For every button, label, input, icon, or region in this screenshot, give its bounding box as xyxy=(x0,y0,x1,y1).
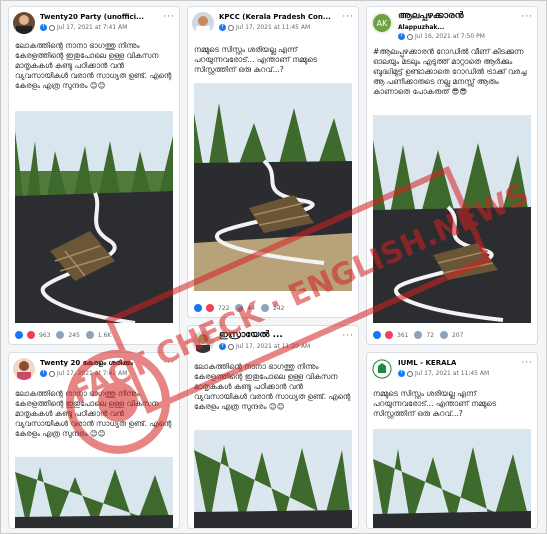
share-icon xyxy=(85,331,94,339)
comment-icon xyxy=(235,304,244,312)
avatar[interactable]: AK xyxy=(371,12,393,34)
timestamp[interactable]: Jul 17, 2021 at 7:42 AM xyxy=(57,370,127,377)
post-text: ലോകത്തിന്റെ നാനാ ഭാഗത്തു നിന്നും കേരളത്ത… xyxy=(15,41,172,90)
like-icon xyxy=(373,331,381,339)
avatar[interactable] xyxy=(192,331,214,353)
post-card-2: KPCC (Kerala Pradesh Con... f Jul 17, 202… xyxy=(187,6,359,318)
love-icon xyxy=(385,331,393,339)
road-photo[interactable] xyxy=(373,115,531,323)
globe-icon xyxy=(49,370,55,377)
post-header: KPCC (Kerala Pradesh Con... f Jul 17, 202… xyxy=(192,12,354,38)
reaction-count[interactable]: 361 xyxy=(397,332,408,339)
road-photo[interactable] xyxy=(15,111,173,323)
author-name[interactable]: ആലപ്പുഴക്കാരൻ xyxy=(398,11,464,21)
post-text: ലോകത്തിന്റെ നാനാ ഭാഗത്തു നിന്നും കേരളത്ത… xyxy=(15,389,172,438)
share-count[interactable]: 1.6K xyxy=(98,332,111,339)
post-card-3: AK ആലപ്പുഴക്കാരൻ Alappuzhak... f Jul 16, … xyxy=(366,6,538,345)
post-header: AK ആലപ്പുഴക്കാരൻ Alappuzhak... f Jul 16, … xyxy=(371,11,533,40)
post-meta: f Jul 17, 2021 at 11:20 AM xyxy=(219,343,310,350)
like-icon xyxy=(15,331,23,339)
road-photo[interactable] xyxy=(15,457,173,528)
road-photo[interactable] xyxy=(373,429,531,528)
avatar[interactable] xyxy=(371,358,393,380)
author-name[interactable]: Twenty 20 കേരളം ശരിക്കും xyxy=(40,359,133,368)
author-subname[interactable]: Alappuzhak... xyxy=(398,24,444,31)
post-header: Twenty20 Party (unoffici... f Jul 17, 202… xyxy=(13,12,175,38)
share-icon xyxy=(260,304,269,312)
comment-count[interactable]: 245 xyxy=(68,332,79,339)
comment-count[interactable]: 44 xyxy=(247,305,255,312)
post-text: നമ്മുടെ സിസ്റ്റം ശരിയല്ല എന്ന് പറയുന്നവര… xyxy=(194,45,318,74)
facebook-icon: f xyxy=(40,24,47,31)
more-dots-icon[interactable]: ··· xyxy=(521,358,533,368)
post-header: Twenty 20 കേരളം ശരിക്കും f Jul 17, 2021 a… xyxy=(13,358,175,384)
post-card-5: ഇസ്രായേൽ ... f Jul 17, 2021 at 11:20 AM ·… xyxy=(187,325,359,529)
more-dots-icon[interactable]: ··· xyxy=(521,12,533,22)
svg-text:AK: AK xyxy=(377,19,388,28)
timestamp[interactable]: Jul 17, 2021 at 11:45 AM xyxy=(415,370,489,377)
more-dots-icon[interactable]: ··· xyxy=(342,331,354,341)
love-icon xyxy=(27,331,35,339)
post-card-4: Twenty 20 കേരളം ശരിക്കും f Jul 17, 2021 a… xyxy=(8,352,180,529)
globe-icon xyxy=(228,24,234,31)
facebook-icon: f xyxy=(219,24,226,31)
comment-icon xyxy=(56,331,65,339)
share-count[interactable]: 242 xyxy=(273,305,284,312)
post-meta: f Jul 17, 2021 at 11:45 AM xyxy=(219,24,310,31)
avatar[interactable] xyxy=(192,12,214,34)
timestamp[interactable]: Jul 17, 2021 at 11:20 AM xyxy=(236,343,310,350)
post-meta: f Jul 17, 2021 at 7:42 AM xyxy=(40,370,127,377)
author-name[interactable]: IUML - KERALA xyxy=(398,359,456,367)
reaction-count[interactable]: 722 xyxy=(218,305,229,312)
avatar[interactable] xyxy=(13,12,35,34)
post-card-1: Twenty20 Party (unoffici... f Jul 17, 202… xyxy=(8,6,180,345)
globe-icon xyxy=(407,33,413,40)
more-dots-icon[interactable]: ··· xyxy=(163,358,175,368)
facebook-icon: f xyxy=(398,370,405,377)
road-photo[interactable] xyxy=(194,83,352,291)
timestamp[interactable]: Jul 16, 2021 at 7:50 PM xyxy=(415,33,485,40)
author-name[interactable]: KPCC (Kerala Pradesh Con... xyxy=(219,13,331,21)
love-icon xyxy=(206,304,214,312)
road-photo[interactable] xyxy=(194,430,352,528)
post-header: ഇസ്രായേൽ ... f Jul 17, 2021 at 11:20 AM ·… xyxy=(192,330,354,357)
more-dots-icon[interactable]: ··· xyxy=(342,12,354,22)
share-count[interactable]: 207 xyxy=(452,332,463,339)
reaction-bar: 963 245 1.6K xyxy=(15,331,115,341)
facebook-icon: f xyxy=(219,343,226,350)
author-name[interactable]: Twenty20 Party (unoffici... xyxy=(40,13,144,21)
globe-icon xyxy=(407,370,413,377)
reaction-bar: 722 44 242 xyxy=(194,304,288,314)
globe-icon xyxy=(49,24,55,31)
globe-icon xyxy=(228,343,234,350)
timestamp[interactable]: Jul 17, 2021 at 7:41 AM xyxy=(57,24,127,31)
facebook-icon: f xyxy=(40,370,47,377)
post-text: ലോകത്തിന്റെ നാനാ ഭാഗത്തു നിന്നും കേരളത്ത… xyxy=(194,362,351,411)
like-icon xyxy=(194,304,202,312)
post-meta: f Jul 16, 2021 at 7:50 PM xyxy=(398,33,485,40)
post-meta: f Jul 17, 2021 at 11:45 AM xyxy=(398,370,489,377)
reaction-bar: 361 72 207 xyxy=(373,331,467,341)
timestamp[interactable]: Jul 17, 2021 at 11:45 AM xyxy=(236,24,310,31)
post-text: നമ്മുടെ സിസ്റ്റം ശരിയല്ല എന്ന് പറയുന്നവര… xyxy=(373,389,497,418)
avatar[interactable] xyxy=(13,358,35,380)
comment-icon xyxy=(414,331,423,339)
more-dots-icon[interactable]: ··· xyxy=(163,12,175,22)
post-text: #ആലപ്പുഴക്കാരൻ റോഡിൽ വീണ് കിടക്കുന്ന ഓലയ… xyxy=(373,47,527,96)
author-name[interactable]: ഇസ്രായേൽ ... xyxy=(219,330,283,340)
facebook-icon: f xyxy=(398,33,405,40)
post-card-6: IUML - KERALA f Jul 17, 2021 at 11:45 AM … xyxy=(366,352,538,529)
reaction-count[interactable]: 963 xyxy=(39,332,50,339)
comment-count[interactable]: 72 xyxy=(426,332,434,339)
share-icon xyxy=(439,331,448,339)
post-meta: f Jul 17, 2021 at 7:41 AM xyxy=(40,24,127,31)
post-header: IUML - KERALA f Jul 17, 2021 at 11:45 AM … xyxy=(371,358,533,384)
